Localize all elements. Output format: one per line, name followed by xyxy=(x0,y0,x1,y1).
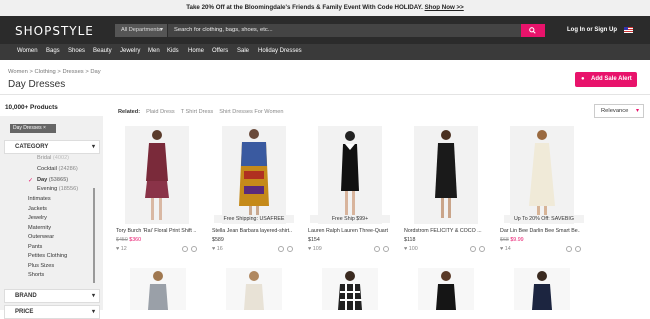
product-name[interactable]: Stella Jean Barbara layered-shirt... xyxy=(212,228,292,234)
us-flag-icon[interactable] xyxy=(624,27,633,33)
category-outerwear[interactable]: Outerwear xyxy=(28,234,54,240)
bell-icon[interactable] xyxy=(479,246,485,252)
product-image[interactable] xyxy=(418,268,474,310)
category-bridal[interactable]: Bridal (4002) xyxy=(37,155,69,161)
nav-men[interactable]: Men xyxy=(148,48,160,54)
promo-text: Take 20% Off at the Bloomingdale's Frien… xyxy=(186,4,423,11)
product-image[interactable] xyxy=(318,126,382,224)
shipping-badge: Free Shipping: USAFREE xyxy=(214,215,294,223)
main-nav: Women Bags Shoes Beauty Jewelry Men Kids… xyxy=(0,44,650,60)
product-price: $450 $360 xyxy=(116,237,142,243)
category-pants[interactable]: Pants xyxy=(28,244,42,250)
product-image[interactable] xyxy=(130,268,186,310)
nav-sale[interactable]: Sale xyxy=(237,48,249,54)
product-name[interactable]: Dar Lin Bee Darlin Bee Smart Be... xyxy=(500,228,580,234)
shipping-badge: Free Ship $99+ xyxy=(310,215,390,223)
promo-link[interactable]: Shop Now >> xyxy=(425,4,464,11)
product-name[interactable]: Lauren Ralph Lauren Three-Quart... xyxy=(308,228,388,234)
favorite-count[interactable]: ♥ 12 xyxy=(116,246,127,252)
category-cocktail[interactable]: Cocktail (24286) xyxy=(37,166,78,172)
crumb-separator: > xyxy=(57,69,61,75)
category-jewelry[interactable]: Jewelry xyxy=(28,215,47,221)
category-petites[interactable]: Petites Clothing xyxy=(28,253,67,259)
nav-bags[interactable]: Bags xyxy=(46,48,60,54)
category-jackets[interactable]: Jackets xyxy=(28,206,47,212)
nav-shoes[interactable]: Shoes xyxy=(68,48,85,54)
bell-icon[interactable] xyxy=(575,246,581,252)
page-title: Day Dresses xyxy=(8,79,66,90)
department-select[interactable]: All Departments xyxy=(115,24,167,37)
product-image[interactable] xyxy=(514,268,570,310)
nav-beauty[interactable]: Beauty xyxy=(93,48,112,54)
login-link[interactable]: Log In or Sign Up xyxy=(567,27,617,33)
favorite-count[interactable]: ♥ 14 xyxy=(500,246,511,252)
category-day[interactable]: Day (53865) xyxy=(37,177,68,183)
crumb-day: Day xyxy=(90,69,101,75)
related-searches: Related: Plaid Dress T Shirt Dress Shirt Dr… xyxy=(118,109,283,115)
category-shorts[interactable]: Shorts xyxy=(28,272,44,278)
related-plaid-dress[interactable]: Plaid Dress xyxy=(146,109,175,115)
product-price: $68 $9.99 xyxy=(500,237,524,243)
product-price: $118 xyxy=(404,237,416,243)
info-icon[interactable] xyxy=(182,246,188,252)
info-icon[interactable] xyxy=(278,246,284,252)
category-intimates[interactable]: Intimates xyxy=(28,196,51,202)
add-sale-alert-button[interactable]: Add Sale Alert xyxy=(575,72,637,87)
crumb-separator: > xyxy=(85,69,89,75)
breadcrumb: Women > Clothing > Dresses > Day xyxy=(8,69,101,75)
crumb-clothing[interactable]: Clothing xyxy=(35,69,56,75)
header: SHOPSTYLE All Departments Search for clo… xyxy=(0,16,650,44)
product-name[interactable]: Tory Burch 'Rai' Floral Print Shift ... xyxy=(116,228,196,234)
category-evening[interactable]: Evening (18556) xyxy=(37,186,78,192)
nav-women[interactable]: Women xyxy=(17,48,38,54)
bell-icon[interactable] xyxy=(287,246,293,252)
product-image[interactable] xyxy=(125,126,189,224)
sort-select[interactable]: Relevance xyxy=(594,104,644,118)
product-image[interactable] xyxy=(510,126,574,224)
bell-icon[interactable] xyxy=(191,246,197,252)
related-label: Related: xyxy=(118,109,141,115)
related-t-shirt-dress[interactable]: T Shirt Dress xyxy=(181,109,214,115)
promo-banner: Take 20% Off at the Bloomingdale's Frien… xyxy=(0,0,650,16)
active-filter-chip[interactable]: Day Dresses × xyxy=(10,124,56,133)
product-image[interactable] xyxy=(226,268,282,310)
category-plus-sizes[interactable]: Plus Sizes xyxy=(28,263,54,269)
promo-badge: Up To 20% Off: SAVEBIG xyxy=(504,215,584,223)
category-header[interactable]: CATEGORY xyxy=(4,140,100,154)
product-image[interactable] xyxy=(222,126,286,224)
checkmark-icon: ✓ xyxy=(28,178,34,184)
product-price: $589 xyxy=(212,237,224,243)
bell-icon[interactable] xyxy=(383,246,389,252)
nav-kids[interactable]: Kids xyxy=(167,48,179,54)
crumb-separator: > xyxy=(29,69,33,75)
product-price: $154 xyxy=(308,237,320,243)
info-icon[interactable] xyxy=(566,246,572,252)
nav-holiday-dresses[interactable]: Holiday Dresses xyxy=(258,48,302,54)
category-scrollbar[interactable] xyxy=(93,188,95,283)
search-input[interactable]: Search for clothing, bags, shoes, etc... xyxy=(168,24,521,37)
search-icon xyxy=(529,27,536,34)
category-maternity[interactable]: Maternity xyxy=(28,225,51,231)
brand-header[interactable]: BRAND xyxy=(4,289,100,303)
logo[interactable]: SHOPSTYLE xyxy=(15,24,94,38)
product-image[interactable] xyxy=(414,126,478,224)
nav-offers[interactable]: Offers xyxy=(212,48,228,54)
divider xyxy=(0,94,650,95)
related-shirt-dresses[interactable]: Shirt Dresses For Women xyxy=(219,109,283,115)
nav-jewelry[interactable]: Jewelry xyxy=(120,48,140,54)
product-name[interactable]: Nordstrom FELICITY & COCO ... xyxy=(404,228,484,234)
price-header[interactable]: PRICE xyxy=(4,305,100,319)
favorite-count[interactable]: ♥ 109 xyxy=(308,246,322,252)
crumb-dresses[interactable]: Dresses xyxy=(62,69,83,75)
crumb-women[interactable]: Women xyxy=(8,69,28,75)
product-image[interactable] xyxy=(322,268,378,310)
product-count: 10,000+ Products xyxy=(5,104,58,111)
search-button[interactable] xyxy=(521,24,545,37)
info-icon[interactable] xyxy=(374,246,380,252)
info-icon[interactable] xyxy=(470,246,476,252)
favorite-count[interactable]: ♥ 100 xyxy=(404,246,418,252)
favorite-count[interactable]: ♥ 16 xyxy=(212,246,223,252)
nav-home[interactable]: Home xyxy=(188,48,204,54)
